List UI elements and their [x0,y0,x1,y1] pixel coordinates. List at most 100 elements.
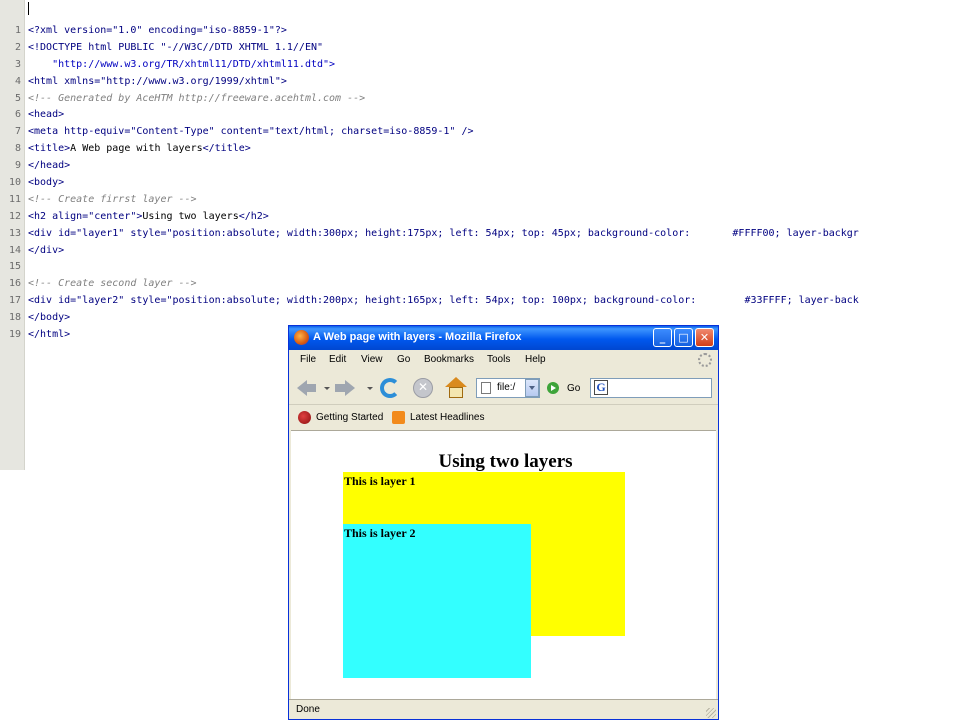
menu-go[interactable]: Go [397,354,410,365]
code-line[interactable]: 5 <!-- Generated by AceHTM http://freewar… [0,91,960,108]
code-text: <html xmlns="http://www.w3.org/1999/xhtm… [28,74,287,91]
go-button-label[interactable]: Go [567,383,580,394]
line-number: 13 [8,227,21,239]
code-line[interactable]: 8 <title>A Web page with layers</title> [0,141,960,158]
code-token: Using two layers [142,210,239,222]
code-line[interactable]: 7 <meta http-equiv="Content-Type" content… [0,124,960,141]
layer-2: This is layer 2 [343,524,531,678]
home-button[interactable] [444,376,468,400]
maximize-button[interactable]: □ [674,328,693,347]
window-title: A Web page with layers - Mozilla Firefox [313,331,522,343]
code-line[interactable]: 17 <div id="layer2" style="position:absol… [0,293,960,310]
code-text: "http://www.w3.org/TR/xhtml11/DTD/xhtml1… [28,57,335,74]
code-line[interactable]: 2 <!DOCTYPE html PUBLIC "-//W3C//DTD XHTM… [0,40,960,57]
code-token: <!-- Create second layer --> [28,278,197,290]
google-search-icon[interactable]: G [594,380,608,395]
line-number: 19 [8,329,21,341]
code-token: <meta http-equiv="Content-Type" content=… [28,126,474,138]
code-line[interactable]: 15 [0,259,960,276]
layer-1-text: This is layer 1 [344,474,416,488]
reload-icon [380,378,400,398]
layer-2-text: This is layer 2 [344,526,416,540]
code-line[interactable]: 11 <!-- Create firrst layer --> [0,192,960,209]
go-icon[interactable] [547,382,559,394]
code-line[interactable]: 14 </div> [0,243,960,260]
text-caret [28,2,29,15]
url-dropdown-button[interactable] [525,379,539,397]
status-text: Done [296,704,320,715]
line-number: 6 [14,109,21,121]
code-token: </body> [28,312,71,324]
line-number: 5 [14,92,21,104]
code-lines: 1 <?xml version="1.0" encoding="iso-8859-… [0,23,960,344]
code-token: <!-- Generated by AceHTM http://freeware… [28,92,366,104]
menu-bookmarks[interactable]: Bookmarks [424,354,474,365]
page-icon [481,382,491,394]
code-text: <?xml version="1.0" encoding="iso-8859-1… [28,23,287,40]
bookmark-label: Getting Started [316,412,384,423]
menu-view[interactable]: View [361,354,383,365]
code-text: <!-- Create firrst layer --> [28,192,197,209]
line-number: 18 [8,312,21,324]
code-token: <body> [28,177,65,189]
navigation-toolbar: ✕ file:/ Go G [289,371,718,404]
code-line[interactable]: 3 "http://www.w3.org/TR/xhtml11/DTD/xhtm… [0,57,960,74]
code-token: <?xml version="1.0" encoding="iso-8859-1… [28,25,287,36]
line-number: 3 [14,58,21,70]
throbber-icon [698,353,712,367]
line-number: 12 [8,210,21,222]
forward-button[interactable] [334,376,358,400]
line-number: 17 [8,295,21,307]
search-input[interactable]: G [590,378,712,398]
code-text: <!-- Create second layer --> [28,276,197,293]
line-number: 10 [8,177,21,189]
status-bar: Done [289,699,718,719]
line-number: 9 [14,160,21,172]
close-button[interactable]: ✕ [695,328,714,347]
code-line[interactable]: 9 </head> [0,158,960,175]
code-token: "http://www.w3.org/TR/xhtml11/DTD/xhtml1… [28,58,336,70]
menu-tools[interactable]: Tools [487,354,510,365]
line-number: 15 [8,261,21,273]
forward-arrow-icon [345,380,355,396]
code-token: <title> [28,143,71,155]
firefox-icon [294,330,309,345]
url-text: file:/ [497,382,516,393]
page-heading: Using two layers [438,451,573,472]
code-line[interactable]: 4 <html xmlns="http://www.w3.org/1999/xht… [0,74,960,91]
code-token: </html> [28,329,71,341]
page-content[interactable]: Using two layers This is layer 1 This is… [291,430,716,699]
line-number: 14 [8,244,21,256]
back-button[interactable] [295,376,319,400]
code-text: <div id="layer2" style="position:absolut… [28,293,859,310]
code-token: <!DOCTYPE html PUBLIC "-//W3C//DTD XHTML… [28,41,324,53]
firefox-icon [298,411,311,424]
code-token: <div id="layer1" style="position:absolut… [28,227,859,239]
code-line[interactable]: 6 <head> [0,107,960,124]
firefox-window: A Web page with layers - Mozilla Firefox… [288,325,719,720]
menu-bar: File Edit View Go Bookmarks Tools Help [289,350,718,371]
rss-icon [392,411,405,424]
menu-file[interactable]: File [300,354,316,365]
line-number: 4 [14,75,21,87]
code-token: </div> [28,244,65,256]
resize-grip-icon[interactable] [706,708,716,718]
reload-button[interactable] [378,376,402,400]
code-line[interactable]: 13 <div id="layer1" style="position:absol… [0,226,960,243]
menu-edit[interactable]: Edit [329,354,346,365]
code-text: </body> [28,310,70,327]
code-text: </head> [28,158,70,175]
minimize-button[interactable]: _ [653,328,672,347]
code-line[interactable]: 12 <h2 align="center">Using two layers</h… [0,209,960,226]
back-history-dropdown-icon[interactable] [324,387,330,390]
menu-help[interactable]: Help [525,354,546,365]
home-icon [445,377,467,387]
forward-history-dropdown-icon[interactable] [367,387,373,390]
stop-button[interactable]: ✕ [411,376,435,400]
title-bar[interactable]: A Web page with layers - Mozilla Firefox… [289,326,718,350]
code-line[interactable]: 16 <!-- Create second layer --> [0,276,960,293]
code-token: <html xmlns="http://www.w3.org/1999/xhtm… [28,75,287,87]
code-line[interactable]: 10 <body> [0,175,960,192]
code-text: <!-- Generated by AceHTM http://freeware… [28,91,365,108]
code-line[interactable]: 1 <?xml version="1.0" encoding="iso-8859-… [0,23,960,40]
